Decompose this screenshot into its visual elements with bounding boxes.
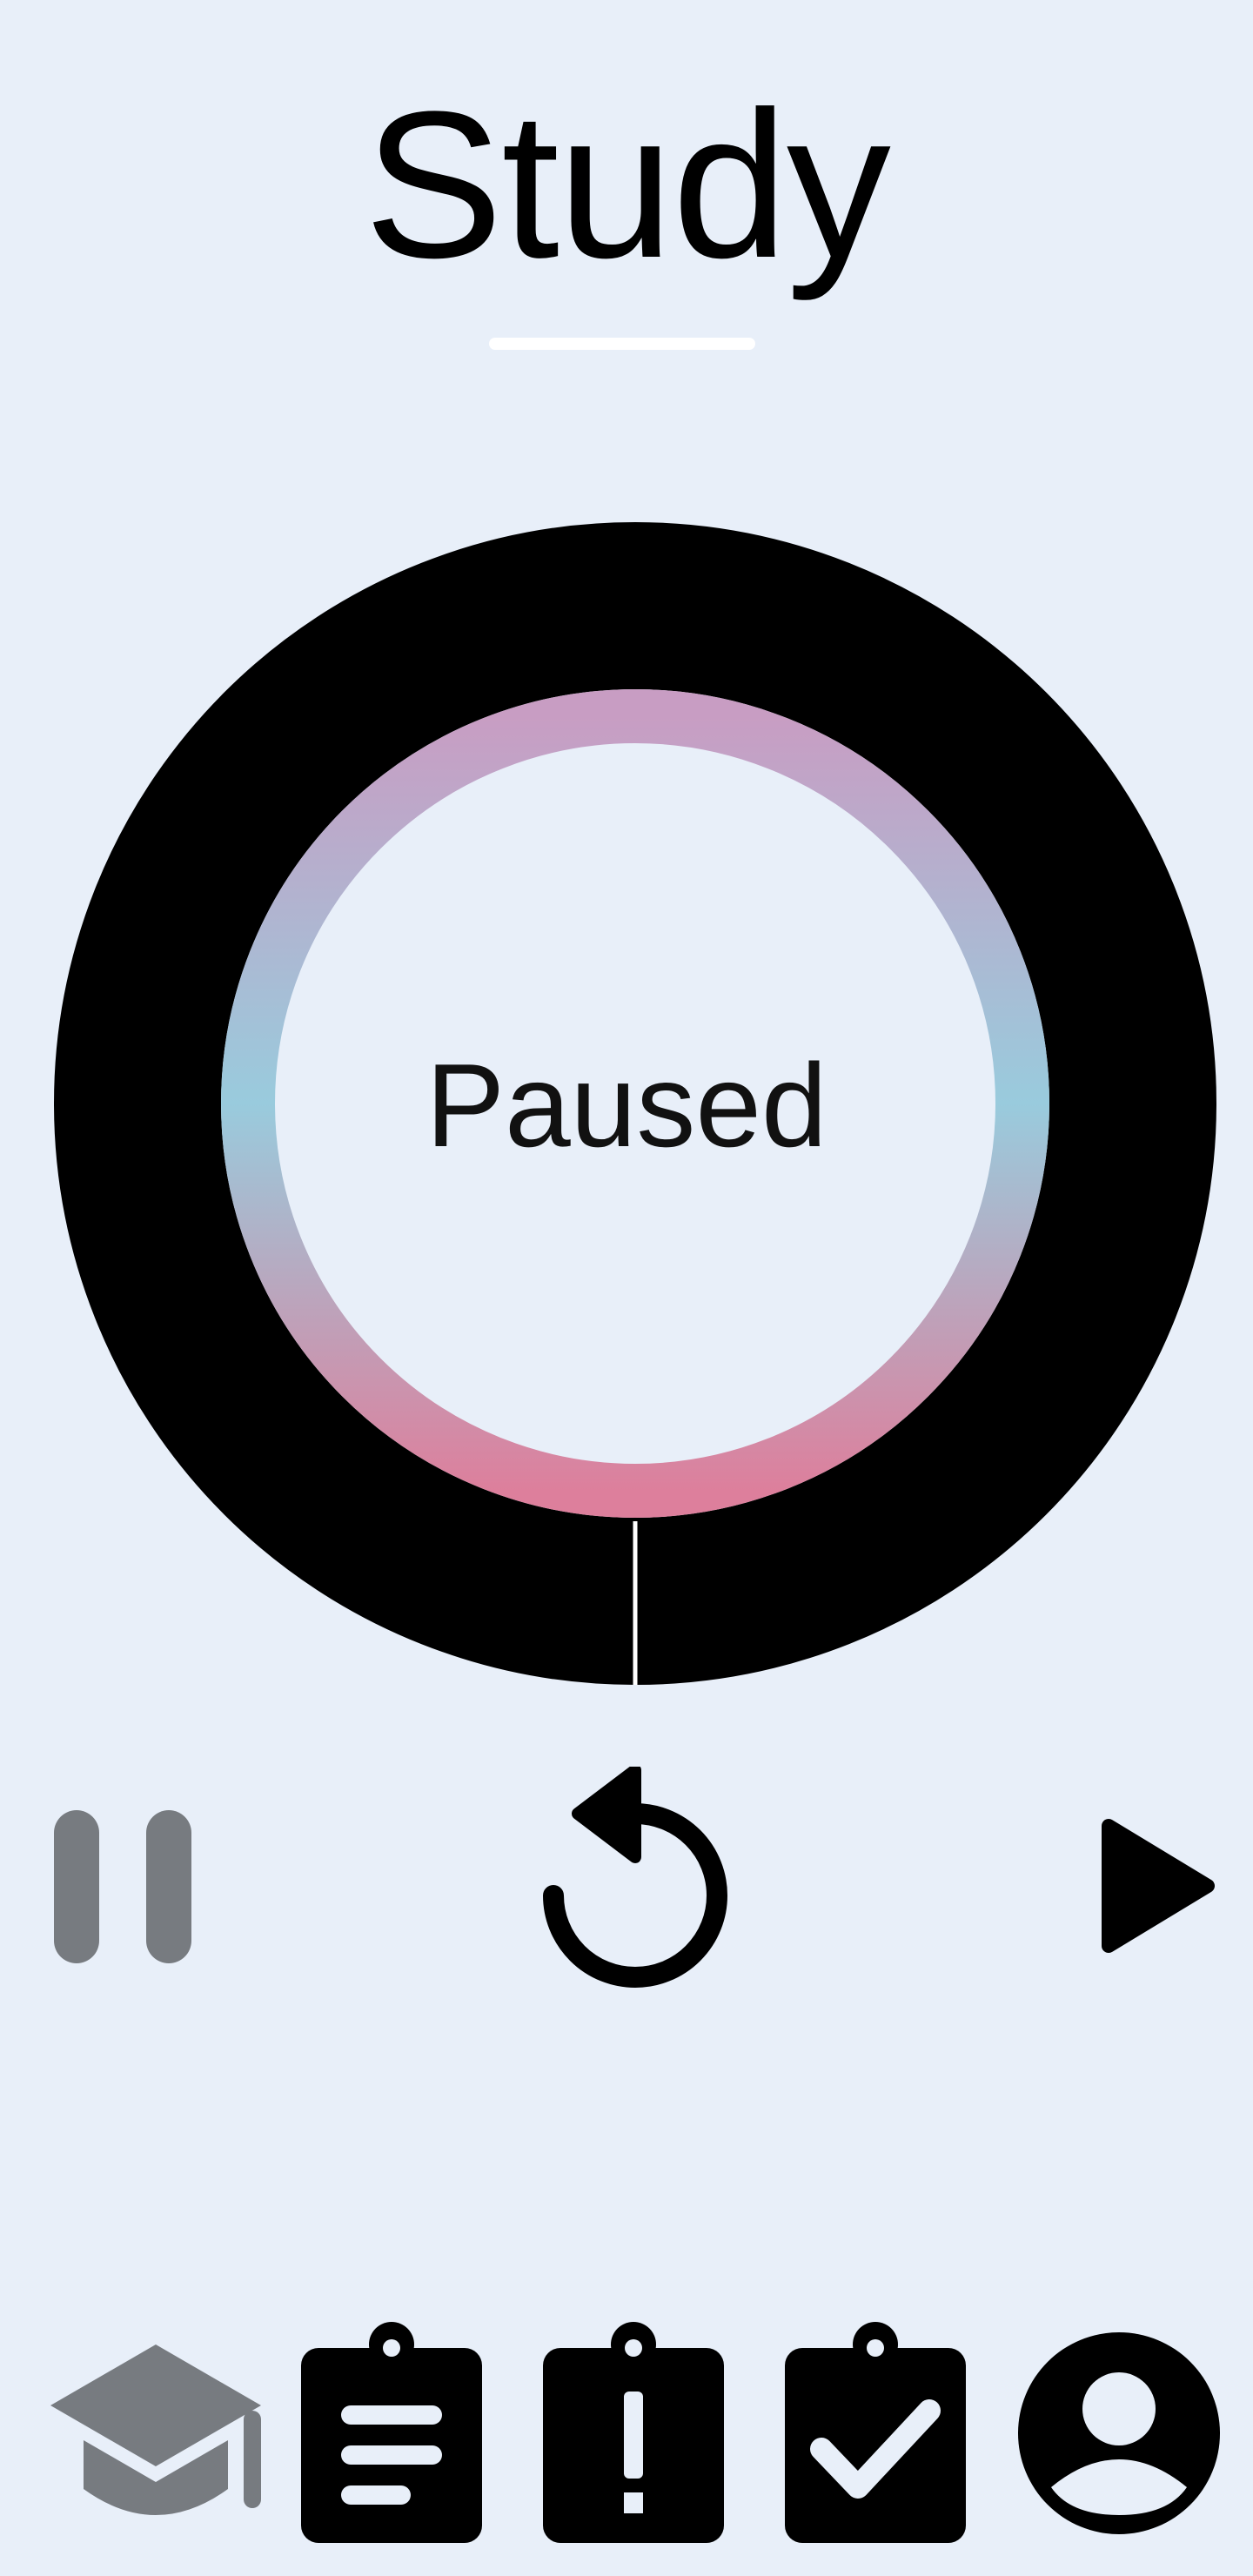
clipboard-check-icon [785,2322,966,2543]
page-title: Study [364,68,891,301]
play-icon [1102,1819,1215,1953]
nav-tasks-button[interactable] [299,2322,484,2545]
pause-icon [54,1810,191,1963]
nav-study-button[interactable] [47,2341,265,2527]
play-button[interactable] [1096,1812,1218,1960]
reset-icon [543,1767,727,1988]
title-underline [489,338,755,350]
pause-button[interactable] [50,1807,195,1967]
clipboard-alert-icon [543,2322,724,2543]
nav-alerts-button[interactable] [541,2322,726,2545]
graduation-cap-icon [50,2345,261,2515]
nav-completed-button[interactable] [783,2322,968,2545]
timer-status-label: Paused [425,1039,828,1171]
clipboard-list-icon [301,2322,482,2543]
nav-profile-button[interactable] [1015,2329,1223,2538]
reset-button[interactable] [539,1767,731,1993]
account-circle-icon [1018,2332,1220,2534]
